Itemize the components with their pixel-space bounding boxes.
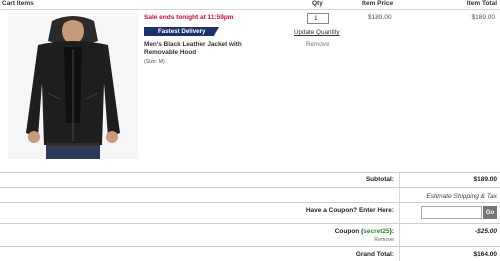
fastest-delivery-badge: Fastest Delivery xyxy=(144,27,219,36)
product-name[interactable]: Men's Black Leather Jacket with Removabl… xyxy=(144,41,254,57)
coupon-code: secret25 xyxy=(363,228,390,235)
divider xyxy=(0,187,500,188)
divider xyxy=(0,202,500,203)
header-divider xyxy=(0,9,500,10)
divider xyxy=(0,223,500,224)
coupon-code-input[interactable] xyxy=(421,206,482,219)
divider xyxy=(0,172,500,173)
sale-message: Sale ends tonight at 11:59pm xyxy=(144,14,234,21)
jacket-image-icon xyxy=(8,13,138,159)
coupon-label-suffix: ): xyxy=(389,228,394,235)
remove-coupon-link[interactable]: Remove xyxy=(374,237,394,243)
update-quantity-link[interactable]: Update Quantity xyxy=(294,29,340,36)
remove-item-link[interactable]: Remove xyxy=(306,41,329,48)
item-price-header: Item Price xyxy=(362,0,394,7)
estimate-shipping-link[interactable]: Estimate Shipping & Tax xyxy=(426,193,497,200)
coupon-label: Coupon (secret25): xyxy=(335,228,394,235)
coupon-prompt: Have a Coupon? Enter Here: xyxy=(305,207,394,214)
divider xyxy=(0,246,500,247)
product-size: (Size: M) xyxy=(144,59,165,65)
item-price: $189.00 xyxy=(368,14,392,21)
cart-items-header: Cart Items xyxy=(2,0,34,7)
qty-header: Qty xyxy=(312,0,323,7)
subtotal-value: $189.00 xyxy=(473,176,498,183)
coupon-discount-value: -$25.00 xyxy=(474,228,497,235)
subtotal-label: Subtotal: xyxy=(365,176,394,183)
grand-total-value: $164.00 xyxy=(473,251,498,258)
apply-coupon-button[interactable]: Go xyxy=(483,206,497,219)
column-divider xyxy=(399,172,400,261)
item-total: $189.00 xyxy=(471,14,496,21)
quantity-input[interactable] xyxy=(307,13,329,24)
coupon-label-prefix: Coupon ( xyxy=(334,228,364,235)
item-total-header: Item Total xyxy=(466,0,497,7)
grand-total-label: Grand Total: xyxy=(355,251,394,258)
product-image[interactable] xyxy=(8,13,138,159)
